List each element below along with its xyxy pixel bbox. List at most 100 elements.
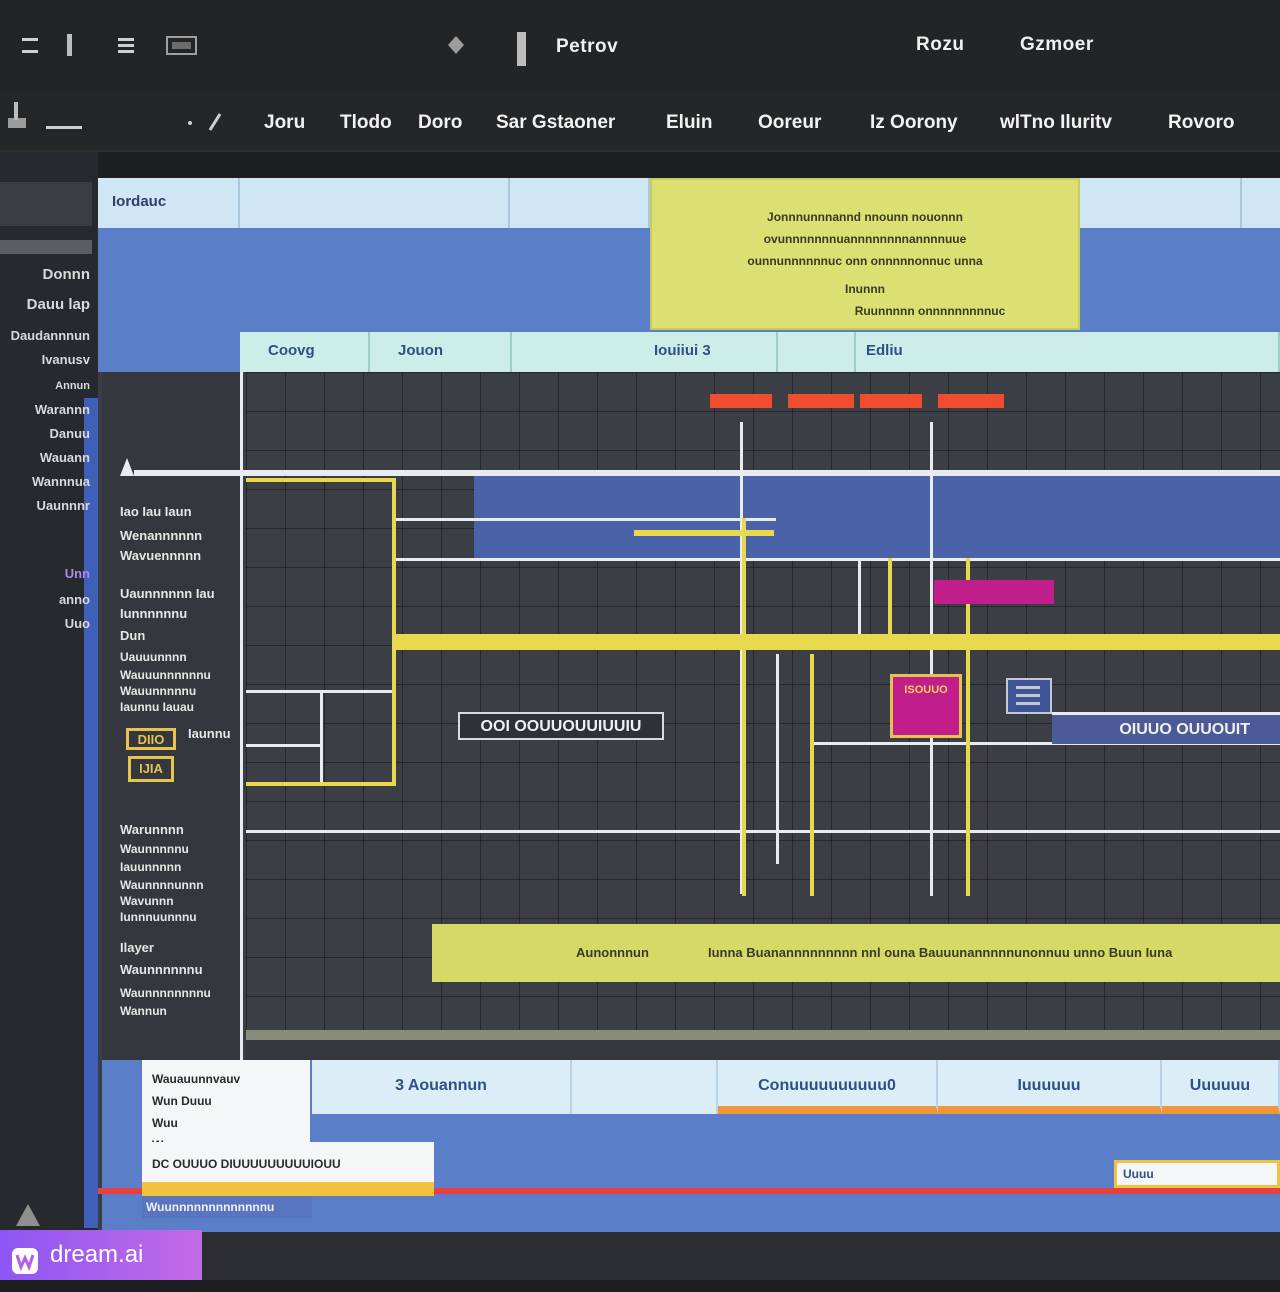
track-header-cell[interactable] — [778, 332, 856, 372]
window-icon[interactable] — [166, 34, 198, 56]
row-label-center[interactable]: OOI OOUUOUUIUUIU — [458, 712, 664, 740]
header-cell[interactable] — [1242, 178, 1280, 228]
lane-label: Iaunnu Iauau — [120, 700, 195, 714]
clip-thumbnail-icon[interactable] — [1006, 678, 1052, 714]
topbar-item-gzmoer[interactable]: Gzmoer — [1020, 34, 1094, 56]
header-cell[interactable]: Iordauc — [98, 178, 240, 228]
grid-bottom-gap — [246, 1040, 1280, 1060]
clip-magenta[interactable] — [934, 580, 1054, 604]
wide-note[interactable]: Aunonnnun Iunna Buanannnnnnnnn nnl ouna … — [432, 924, 1280, 982]
menu-item-wltno-iluritv[interactable]: wlTno Iluritv — [1000, 112, 1112, 134]
bottom-note-line: Wuu — [152, 1116, 178, 1130]
lane-label: Dun — [120, 628, 146, 643]
diamond-icon[interactable] — [446, 34, 464, 56]
left-label[interactable]: Warannn — [35, 402, 90, 417]
track-header-cell[interactable]: Edliu — [856, 332, 1280, 372]
header-cell[interactable] — [240, 178, 510, 228]
menu-item-joru[interactable]: Joru — [264, 112, 305, 134]
yellow-marker — [966, 558, 970, 896]
menu-item-sar-gstaoner[interactable]: Sar Gstaoner — [496, 112, 615, 134]
left-label[interactable]: Wannnua — [32, 474, 90, 489]
pipe-icon[interactable] — [64, 34, 80, 56]
left-label[interactable]: Uaunnnr — [37, 498, 90, 513]
dash-icon[interactable] — [46, 118, 84, 136]
lane-label: Wavunnn — [120, 894, 174, 908]
lane-label: Uaunnnnnn Iau — [120, 586, 215, 601]
row-label-right[interactable]: OIUUO OUUOUIT — [1052, 712, 1280, 744]
top-note-line: Inunnn — [845, 282, 885, 296]
yellow-clip[interactable] — [634, 530, 774, 536]
left-label[interactable]: Ivanusv — [42, 352, 90, 367]
clip-red[interactable] — [938, 394, 1004, 408]
bottom-small-tag[interactable]: Uuuu — [1114, 1160, 1280, 1188]
bottom-cell[interactable]: 3 Aouannun — [312, 1060, 572, 1114]
separator-icon — [514, 32, 530, 66]
lane-label: Ilayer — [120, 940, 154, 955]
menu-item-doro[interactable]: Doro — [418, 112, 462, 134]
left-panel-accent-strip — [84, 398, 98, 1228]
header-cell[interactable] — [1080, 178, 1242, 228]
timeline-editor: Iordauc Jonnnunnnannd nnounn nouonnn ovu… — [98, 178, 1280, 1232]
left-label[interactable]: Uuo — [65, 616, 90, 631]
track-region — [474, 474, 1280, 558]
tag-label[interactable]: DIIO — [126, 728, 176, 750]
lane-label: Iauunnnnn — [120, 860, 182, 874]
bottom-yellow-strip — [142, 1182, 434, 1196]
menu-item-iz-oorony[interactable]: Iz Oorony — [870, 112, 958, 134]
top-note-line: Ruunnnnn onnnnnnnnnuc — [854, 304, 1006, 318]
bottom-note-line[interactable]: DC OUUUO DIUUUUUUUUUIOUU — [142, 1142, 434, 1186]
left-label[interactable]: Dauu lap — [27, 296, 90, 313]
left-label[interactable]: Donnn — [43, 266, 90, 283]
top-note[interactable]: Jonnnunnnannd nnounn nouonnn ovunnnnnnnu… — [650, 178, 1080, 330]
pen-icon[interactable] — [186, 112, 226, 137]
tag-label[interactable]: IJIA — [128, 756, 174, 782]
left-label[interactable]: Daudannnun — [11, 328, 90, 343]
menu-item-tlodo[interactable]: Tlodo — [340, 112, 392, 134]
left-panel-scrollbar[interactable] — [0, 240, 92, 254]
track-header-cell[interactable]: Jouon — [370, 332, 512, 372]
clip-red[interactable] — [710, 394, 772, 408]
clip-magenta-label[interactable]: ISOUUO — [890, 674, 962, 738]
marker-line — [858, 558, 861, 634]
lane-label: Wenannnnnn — [120, 528, 203, 543]
left-label[interactable]: Unn — [65, 566, 90, 581]
track-line — [394, 518, 776, 521]
header-cell[interactable] — [510, 178, 650, 228]
selection-border — [392, 478, 396, 786]
left-label[interactable]: Annun — [55, 380, 90, 392]
bottom-cell[interactable]: Conuuuuuuuuuu0 — [718, 1060, 938, 1114]
lane-label: Waunnnnunnn — [120, 878, 204, 892]
menu-icon[interactable] — [116, 34, 134, 56]
bottom-cell[interactable]: Iuuuuuu — [938, 1060, 1162, 1114]
topbar-item-rozu[interactable]: Rozu — [916, 34, 964, 56]
playhead-marker-icon[interactable] — [120, 458, 134, 483]
left-label[interactable]: anno — [59, 592, 90, 607]
yellow-marker — [742, 518, 746, 896]
left-panel — [0, 152, 98, 1232]
title-bar: Petrov Rozu Gzmoer — [0, 0, 1280, 92]
yellow-track[interactable] — [394, 634, 1280, 650]
selection-border — [246, 782, 396, 786]
bottom-cell[interactable] — [572, 1060, 718, 1114]
left-label[interactable]: Wauann — [40, 450, 90, 465]
hamburger-icon[interactable] — [22, 34, 38, 56]
menu-item-ooreur[interactable]: Ooreur — [758, 112, 821, 134]
left-label[interactable]: Danuu — [50, 426, 90, 441]
pin-icon[interactable] — [6, 100, 28, 139]
lane-label: Waunnnnnnnnu — [120, 986, 211, 1000]
menu-item-eluin[interactable]: Eluin — [666, 112, 712, 134]
marker-line — [320, 690, 323, 782]
marker-line — [776, 654, 779, 864]
clip-red[interactable] — [788, 394, 854, 408]
track-header-cell[interactable]: Coovg — [240, 332, 370, 372]
wide-note-right: Iunna Buanannnnnnnnn nnl ouna Bauuunannn… — [708, 945, 1173, 960]
clip-red[interactable] — [860, 394, 922, 408]
playhead-line[interactable] — [134, 470, 1280, 476]
warning-icon — [14, 1202, 42, 1233]
lane-label: Warunnnn — [120, 822, 184, 837]
bottom-cell[interactable]: Uuuuuu — [1162, 1060, 1280, 1114]
track-header-cell[interactable]: Iouiiui 3 — [512, 332, 778, 372]
menu-item-rovoro[interactable]: Rovoro — [1168, 112, 1235, 134]
yellow-marker — [810, 654, 814, 896]
lane-label: Iunnnuunnnu — [120, 910, 197, 924]
